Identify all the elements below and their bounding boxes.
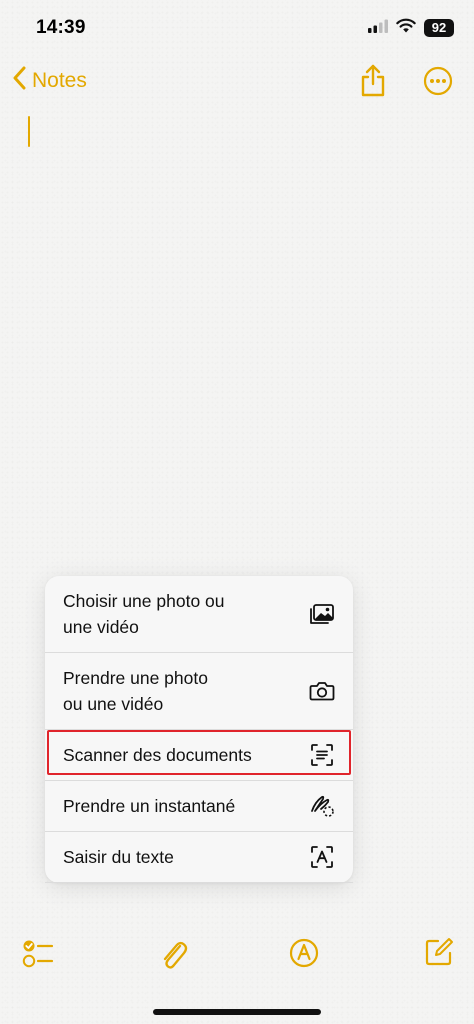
note-body[interactable]	[0, 110, 474, 570]
sketch-lasso-icon	[309, 793, 335, 819]
paperclip-icon	[158, 941, 188, 975]
attachment-button[interactable]	[158, 937, 188, 976]
status-indicators: 92	[368, 18, 454, 38]
cellular-signal-icon	[368, 19, 388, 38]
status-bar: 14:39 92	[0, 0, 474, 52]
markup-icon	[289, 938, 321, 973]
share-icon	[359, 64, 387, 102]
compose-button[interactable]	[424, 937, 454, 972]
menu-item-label: Choisir une photo ou une vidéo	[63, 591, 225, 637]
markup-button[interactable]	[289, 937, 321, 974]
battery-indicator: 92	[424, 19, 454, 37]
checklist-button[interactable]	[22, 937, 54, 974]
menu-item-label: Prendre un instantané	[63, 796, 236, 816]
menu-item-take-photo[interactable]: Prendre une photo ou une vidéo	[45, 653, 353, 730]
chevron-left-icon	[12, 66, 26, 95]
doc-scan-icon	[309, 742, 335, 768]
menu-item-choose-photo[interactable]: Choisir une photo ou une vidéo	[45, 576, 353, 653]
status-time: 14:39	[36, 17, 86, 38]
back-button-label: Notes	[32, 68, 87, 92]
menu-item-enter-text[interactable]: Saisir du texte	[45, 832, 353, 883]
menu-item-label: Scanner des documents	[63, 745, 252, 765]
attachment-menu: Choisir une photo ou une vidéo Prendre u…	[45, 576, 353, 883]
text-scan-icon	[309, 844, 335, 870]
wifi-icon	[396, 18, 416, 38]
compose-icon	[424, 938, 454, 971]
ellipsis-circle-icon	[423, 66, 453, 100]
share-button[interactable]	[359, 64, 387, 103]
menu-item-take-snapshot[interactable]: Prendre un instantané	[45, 781, 353, 832]
checklist-icon	[22, 940, 54, 973]
home-indicator[interactable]	[153, 1009, 321, 1015]
photo-library-icon	[309, 601, 335, 627]
more-button[interactable]	[423, 66, 453, 101]
menu-item-scan-documents[interactable]: Scanner des documents	[45, 730, 353, 781]
camera-icon	[309, 678, 335, 704]
back-button[interactable]: Notes	[12, 66, 87, 95]
menu-item-label: Prendre une photo ou une vidéo	[63, 668, 208, 714]
menu-item-label: Saisir du texte	[63, 847, 174, 867]
